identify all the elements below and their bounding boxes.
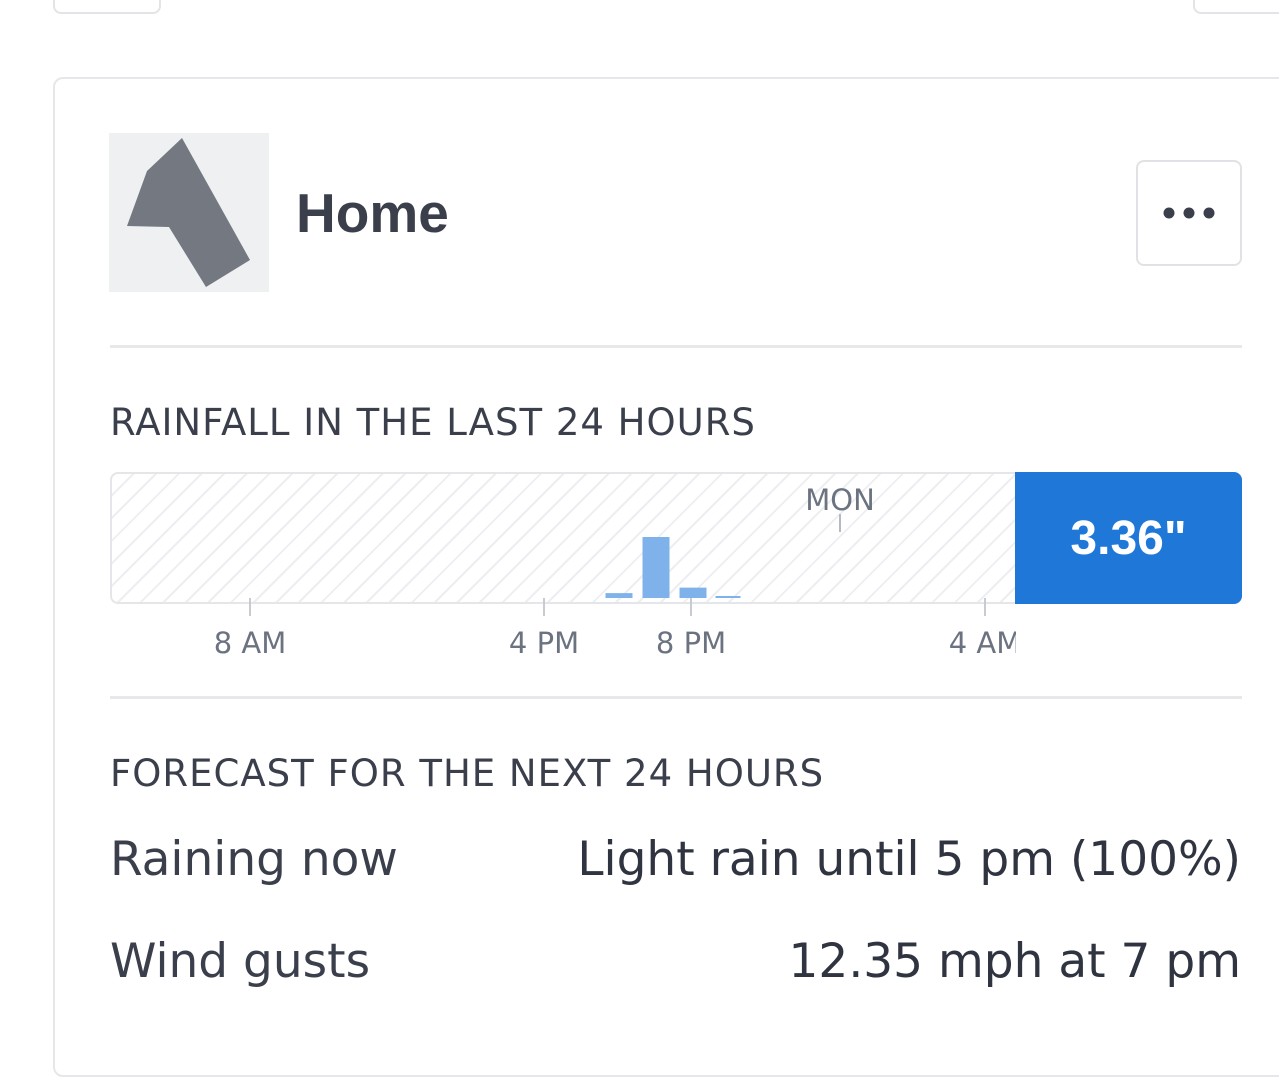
- rainfall-bar: [679, 587, 707, 598]
- rainfall-bar: [642, 537, 670, 598]
- forecast-row-label: Raining now: [110, 832, 398, 887]
- forecast-row-value: Light rain until 5 pm (100%): [577, 832, 1241, 887]
- map-thumbnail[interactable]: [109, 133, 269, 292]
- top-left-control[interactable]: [53, 0, 161, 14]
- x-axis-tick-label: 8 AM: [214, 626, 287, 660]
- day-marker-label: MON: [805, 483, 875, 517]
- rainfall-total: 3.36": [1015, 472, 1242, 604]
- divider: [110, 345, 1242, 348]
- property-outline-map-icon: [127, 138, 250, 287]
- top-right-control[interactable]: [1193, 0, 1279, 14]
- forecast-row-value: 12.35 mph at 7 pm: [788, 934, 1241, 989]
- rainfall-chart-plot: MON: [605, 483, 875, 598]
- more-options-button[interactable]: [1136, 160, 1242, 266]
- x-axis-tick-label: 4 AM: [949, 626, 1016, 660]
- location-name: Home: [296, 182, 449, 244]
- more-horizontal-icon: [1163, 207, 1215, 219]
- rainfall-section-title: RAINFALL IN THE LAST 24 HOURS: [110, 401, 756, 444]
- forecast-section-title: FORECAST FOR THE NEXT 24 HOURS: [110, 752, 825, 795]
- x-axis-tick-label: 8 PM: [656, 626, 726, 660]
- rainfall-chart: MON: [110, 472, 1016, 604]
- divider: [110, 696, 1242, 699]
- rainfall-x-axis: 8 AM 4 PM 8 PM 4 AM: [110, 598, 1016, 668]
- x-axis-tick-label: 4 PM: [509, 626, 579, 660]
- forecast-row-label: Wind gusts: [110, 934, 371, 989]
